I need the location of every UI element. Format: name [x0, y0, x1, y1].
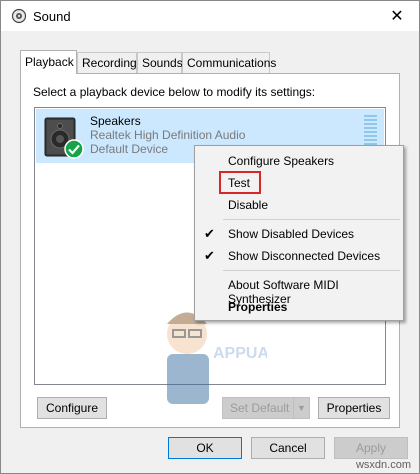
- chevron-down-icon[interactable]: ▼: [293, 398, 309, 418]
- configure-button[interactable]: Configure: [37, 397, 107, 419]
- apply-button[interactable]: Apply: [334, 437, 408, 459]
- device-driver: Realtek High Definition Audio: [90, 128, 246, 142]
- menu-item-configure-speakers[interactable]: Configure Speakers: [195, 150, 403, 172]
- tab-playback[interactable]: Playback: [20, 50, 77, 74]
- properties-button[interactable]: Properties: [318, 397, 390, 419]
- cancel-button[interactable]: Cancel: [251, 437, 325, 459]
- speaker-icon: [11, 8, 27, 24]
- device-context-menu: Configure Speakers Test Disable ✔ Show D…: [194, 145, 404, 321]
- tab-recording[interactable]: Recording: [77, 52, 137, 73]
- menu-item-show-disconnected-devices[interactable]: ✔ Show Disconnected Devices: [195, 245, 403, 267]
- watermark-site: wsxdn.com: [355, 459, 411, 471]
- menu-separator: [223, 219, 400, 220]
- set-default-button[interactable]: Set Default ▼: [222, 397, 310, 419]
- menu-item-disable[interactable]: Disable: [195, 194, 403, 216]
- device-status: Default Device: [90, 142, 169, 156]
- ok-button[interactable]: OK: [168, 437, 242, 459]
- default-check-icon: [64, 139, 84, 159]
- menu-item-properties[interactable]: Properties: [195, 296, 403, 318]
- tab-sounds[interactable]: Sounds: [137, 52, 183, 73]
- menu-item-about-midi-synthesizer[interactable]: About Software MIDI Synthesizer: [195, 274, 403, 306]
- close-button[interactable]: ✕: [375, 1, 419, 31]
- title-bar[interactable]: Sound ✕: [1, 1, 419, 31]
- menu-item-test[interactable]: Test: [195, 172, 403, 194]
- menu-item-show-disabled-devices[interactable]: ✔ Show Disabled Devices: [195, 223, 403, 245]
- tab-communications[interactable]: Communications: [182, 52, 276, 73]
- svg-text:APPUALS: APPUALS: [213, 345, 267, 362]
- checkmark-icon: ✔: [204, 226, 215, 241]
- menu-separator: [223, 270, 400, 271]
- instruction-text: Select a playback device below to modify…: [33, 85, 316, 99]
- checkmark-icon: ✔: [204, 248, 215, 263]
- close-icon: ✕: [390, 8, 404, 25]
- window-title: Sound: [33, 9, 71, 24]
- device-name: Speakers: [90, 114, 141, 128]
